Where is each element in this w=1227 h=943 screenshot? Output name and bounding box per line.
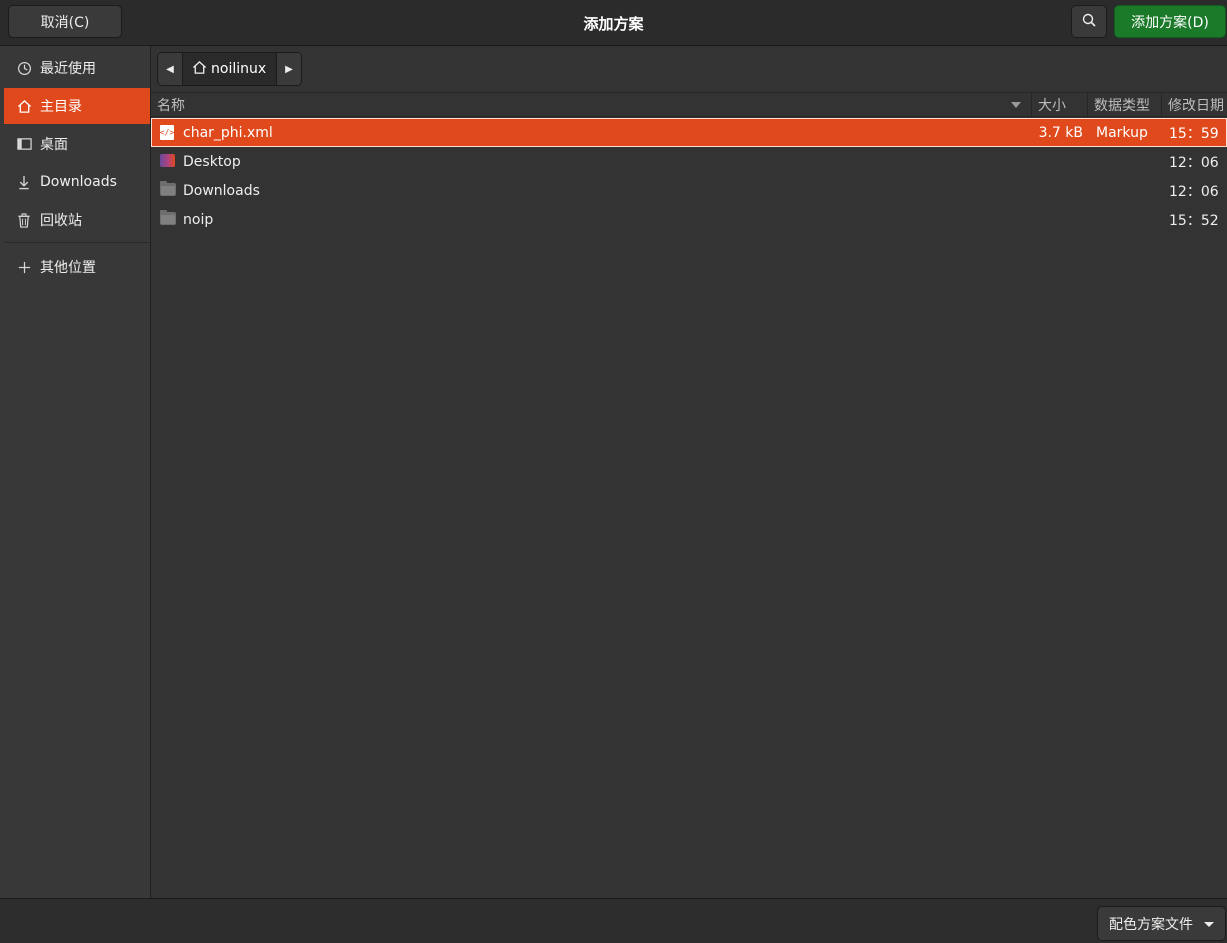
sidebar-item-label: 主目录 [40, 99, 82, 115]
file-row[interactable]: Desktop 12：06 [151, 147, 1227, 176]
file-size: 3.7 kB [1038, 124, 1083, 141]
clock-icon [16, 60, 32, 76]
column-header-name[interactable]: 名称 [157, 93, 1029, 117]
xml-file-icon: </> [160, 125, 176, 140]
plus-icon [16, 259, 32, 275]
sidebar-item-downloads[interactable]: Downloads [4, 164, 150, 200]
search-button[interactable] [1071, 5, 1107, 38]
file-size [1031, 176, 1083, 205]
home-icon [16, 98, 32, 114]
file-modified: 15：59 [1169, 125, 1219, 142]
chevron-left-icon: ◀ [166, 63, 174, 75]
file-row[interactable]: noip 15：52 [151, 205, 1227, 234]
header-bar: 添加方案 取消(C) 添加方案(D) [0, 0, 1227, 46]
sidebar-item-other-locations[interactable]: 其他位置 [4, 249, 150, 285]
column-header-modified[interactable]: 修改日期 [1161, 93, 1227, 117]
sidebar-item-recent[interactable]: 最近使用 [4, 50, 150, 86]
path-forward-button[interactable]: ▶ [277, 53, 301, 85]
desktop-icon [16, 136, 32, 152]
chevron-down-icon [1204, 922, 1214, 927]
places-sidebar: 最近使用 主目录 桌面 Downloads 回收站 其他位置 [0, 46, 151, 898]
sidebar-item-label: Downloads [40, 174, 117, 190]
desktop-folder-icon [160, 154, 176, 168]
path-crumb-label: noilinux [211, 61, 267, 77]
file-filter-label: 配色方案文件 [1109, 916, 1193, 933]
file-browser: ◀ noilinux ▶ 名称 大小 数据类型 修改日期 </> char_ph… [151, 46, 1227, 898]
sidebar-divider [4, 242, 150, 243]
file-size [1031, 205, 1083, 234]
trash-icon [16, 212, 32, 228]
sidebar-item-desktop[interactable]: 桌面 [4, 126, 150, 162]
cancel-button[interactable]: 取消(C) [8, 5, 122, 38]
file-type: Markup [1096, 124, 1148, 141]
dialog-title: 添加方案 [583, 14, 644, 33]
file-modified: 15：52 [1169, 212, 1219, 229]
sidebar-item-trash[interactable]: 回收站 [4, 202, 150, 238]
path-back-button[interactable]: ◀ [158, 53, 182, 85]
path-bar: ◀ noilinux ▶ [157, 52, 302, 86]
sidebar-item-label: 桌面 [40, 137, 68, 153]
file-name: char_phi.xml [183, 124, 273, 141]
file-name: noip [183, 211, 214, 228]
file-size [1031, 147, 1083, 176]
sidebar-item-label: 最近使用 [40, 61, 96, 77]
file-modified: 12：06 [1169, 183, 1219, 200]
file-filter-dropdown[interactable]: 配色方案文件 [1097, 906, 1226, 941]
file-row[interactable]: </> char_phi.xml 3.7 kB Markup 15：59 [151, 118, 1227, 147]
column-header-size[interactable]: 大小 [1031, 93, 1087, 117]
folder-icon [160, 181, 176, 197]
bottom-bar: 配色方案文件 [0, 898, 1227, 943]
file-list: </> char_phi.xml 3.7 kB Markup 15：59 Des… [151, 118, 1227, 234]
column-header-type[interactable]: 数据类型 [1087, 93, 1161, 117]
sidebar-item-label: 回收站 [40, 213, 82, 229]
search-icon [1082, 13, 1096, 31]
file-name: Desktop [183, 153, 241, 170]
sidebar-item-label: 其他位置 [40, 260, 96, 276]
file-list-header: 名称 大小 数据类型 修改日期 [151, 92, 1227, 117]
download-icon [16, 174, 32, 190]
file-name: Downloads [183, 182, 260, 199]
path-crumb-home[interactable]: noilinux [182, 53, 277, 85]
home-icon [192, 60, 211, 79]
file-row[interactable]: Downloads 12：06 [151, 176, 1227, 205]
sidebar-item-home[interactable]: 主目录 [4, 88, 150, 124]
add-scheme-button[interactable]: 添加方案(D) [1114, 5, 1226, 38]
chevron-right-icon: ▶ [285, 63, 293, 75]
file-modified: 12：06 [1169, 154, 1219, 171]
sort-descending-icon [1011, 102, 1021, 108]
folder-icon [160, 210, 176, 226]
